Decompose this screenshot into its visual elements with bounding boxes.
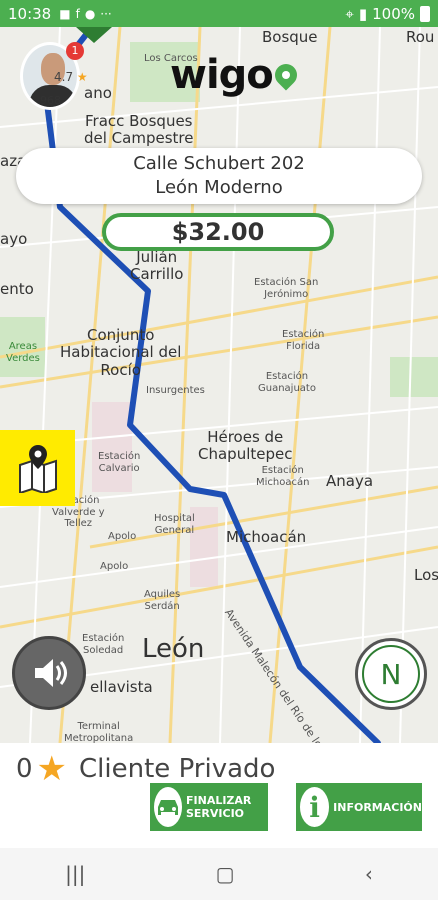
recent-apps-icon[interactable]: |||	[65, 862, 85, 886]
information-label: INFORMACIÓN	[333, 800, 422, 814]
map-label: Fracc Bosques del Campestre	[84, 112, 194, 148]
destination-street: Calle Schubert 202	[133, 153, 305, 174]
speaker-icon	[35, 659, 67, 687]
information-button[interactable]: i INFORMACIÓN	[296, 783, 422, 831]
map-label: ano	[84, 84, 112, 102]
map-label: Los	[414, 566, 438, 584]
map-label: Areas Verdes	[6, 341, 40, 364]
star-icon: ★	[76, 70, 88, 84]
map-pin-icon	[18, 445, 57, 493]
compass-dial: N	[362, 645, 420, 703]
map-graphics	[0, 27, 438, 743]
home-icon[interactable]: ▢	[216, 862, 235, 886]
map-label: ellavista	[90, 678, 153, 696]
map-label: Anaya	[326, 472, 374, 490]
battery-icon	[420, 5, 430, 22]
destination-neighborhood: León Moderno	[155, 177, 283, 198]
map-label: Rou	[406, 28, 435, 46]
pink-area	[92, 402, 132, 492]
driver-rating: 4.7 ★	[54, 70, 88, 84]
bottom-panel: 0 ★ Cliente Privado FINALIZAR SERVICIO i…	[0, 743, 438, 848]
map-label: Insurgentes	[146, 385, 205, 396]
map-label: Bosque	[262, 28, 318, 46]
status-time: 10:38	[8, 4, 52, 23]
map-label: Michoacán	[226, 528, 307, 546]
signal-icon: ▮	[358, 4, 368, 23]
more-icon: ···	[100, 6, 112, 21]
driver-trips: 968	[40, 94, 61, 107]
map-label: Hospital General	[154, 513, 195, 536]
wigo-logo: wigo	[170, 52, 302, 98]
map-label: Julián Carrillo	[130, 248, 184, 284]
status-bar: 10:38 ■ f ● ··· ⌖ ▮ 100%	[0, 0, 438, 27]
logo-pin-icon	[270, 59, 302, 91]
map-label: Estación Soledad	[82, 633, 125, 656]
map-label: Estación San Jerónimo	[254, 277, 319, 300]
map-label: Héroes de Chapultepec	[198, 428, 293, 464]
compass-button[interactable]: N	[355, 638, 427, 710]
map-label: Estación Guanajuato	[258, 371, 316, 394]
map-label: Estación Florida	[282, 329, 325, 352]
finish-service-button[interactable]: FINALIZAR SERVICIO	[150, 783, 268, 831]
green-area	[390, 357, 438, 397]
sound-button[interactable]	[12, 636, 86, 710]
notification-icons: ■ f ● ···	[59, 7, 112, 21]
map-label: Aquiles Serdán	[144, 589, 181, 612]
location-icon: ⌖	[345, 4, 354, 23]
map-label: Estación Michoacán	[256, 465, 310, 488]
map-label: Apolo	[100, 561, 129, 572]
facebook-icon: f	[75, 6, 80, 21]
system-nav-bar: ||| ▢ ‹	[0, 848, 438, 900]
map-label: Terminal Metropolitana	[64, 721, 134, 743]
app-icon: ●	[84, 6, 96, 21]
driver-rating-value: 4.7	[54, 70, 74, 84]
message-icon: ■	[59, 6, 71, 21]
finish-service-label: FINALIZAR SERVICIO	[186, 794, 252, 820]
car-icon	[154, 787, 182, 827]
client-name: Cliente Privado	[79, 754, 276, 784]
notification-badge: 1	[66, 42, 84, 60]
map-label: León	[142, 634, 205, 664]
logo-text: wigo	[170, 52, 274, 98]
map-toggle-button[interactable]	[0, 430, 75, 506]
status-right: ⌖ ▮ 100%	[345, 5, 430, 23]
compass-letter: N	[380, 657, 402, 691]
map-label: Apolo	[108, 531, 137, 542]
map-label: ento	[0, 280, 34, 298]
map-label: Conjunto Habitacional del Rocío	[60, 326, 182, 379]
client-rating: 0	[16, 754, 33, 784]
back-icon[interactable]: ‹	[365, 862, 373, 886]
fare-display: $32.00	[102, 213, 334, 251]
map-view[interactable]: Bosque Rou Los Carcos ano Fracc Bosques …	[0, 27, 438, 743]
star-icon: ★	[36, 749, 68, 789]
map-label: ayo	[0, 230, 28, 248]
battery-text: 100%	[372, 4, 415, 23]
map-label: Estación Calvario	[98, 451, 141, 474]
destination-address[interactable]: Calle Schubert 202 León Moderno	[16, 148, 422, 204]
info-icon: i	[300, 787, 330, 827]
